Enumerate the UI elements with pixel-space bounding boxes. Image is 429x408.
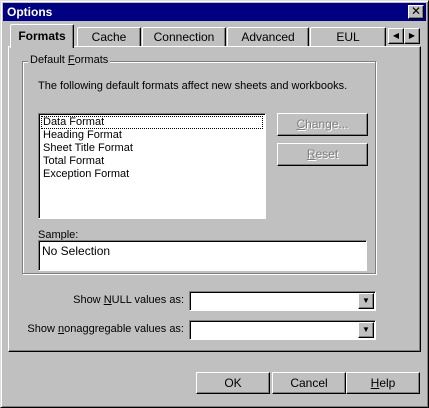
default-formats-group-label: Default Formats xyxy=(28,54,111,66)
null-values-dropdown[interactable]: ▼ xyxy=(189,291,376,311)
close-icon: ✕ xyxy=(410,4,422,18)
label-text: Default xyxy=(30,54,68,66)
arrow-left-icon: ◀ xyxy=(392,31,400,40)
default-formats-description: The following default formats affect new… xyxy=(38,80,348,92)
nonaggregable-values-label: Show nonaggregable values as: xyxy=(20,323,184,335)
nonaggregable-values-dropdown[interactable]: ▼ xyxy=(189,320,376,340)
label-text: ULL values as: xyxy=(111,294,184,306)
label-text: Show xyxy=(73,294,104,306)
nonaggregable-values-dropdown-button[interactable]: ▼ xyxy=(358,322,374,338)
arrow-right-icon: ▶ xyxy=(408,31,416,40)
tab-eul[interactable]: EUL xyxy=(310,27,386,47)
label-text: ormats xyxy=(74,54,109,66)
tab-scroll-right-button[interactable]: ▶ xyxy=(404,28,420,44)
label-text: OK xyxy=(224,376,242,390)
label-text: Cancel xyxy=(290,376,328,390)
ok-button[interactable]: OK xyxy=(196,372,270,394)
format-list[interactable]: Data Format Heading Format Sheet Title F… xyxy=(38,113,266,219)
list-item[interactable]: Sheet Title Format xyxy=(41,142,263,155)
label-text: onaggregable values as: xyxy=(64,323,184,335)
label-text: hange... xyxy=(305,117,349,131)
label-hotkey: C xyxy=(296,117,306,131)
tab-strip: Formats Cache Connection Advanced EUL ◀ … xyxy=(0,24,429,48)
label-text: Show xyxy=(27,323,58,335)
tab-scroll-left-button[interactable]: ◀ xyxy=(388,28,404,44)
title-bar: Options ✕ xyxy=(3,3,426,21)
list-item[interactable]: Data Format xyxy=(41,116,263,129)
dialog-title: Options xyxy=(7,5,53,19)
tab-cache[interactable]: Cache xyxy=(77,27,141,47)
change-button[interactable]: Change... xyxy=(277,113,368,136)
tab-label: Advanced xyxy=(241,30,295,44)
chevron-down-icon: ▼ xyxy=(362,325,370,334)
tab-advanced[interactable]: Advanced xyxy=(227,27,309,47)
list-item[interactable]: Exception Format xyxy=(41,168,263,181)
tab-formats[interactable]: Formats xyxy=(10,24,74,48)
null-values-label: Show NULL values as: xyxy=(40,294,184,306)
null-values-dropdown-button[interactable]: ▼ xyxy=(358,293,374,309)
cancel-button[interactable]: Cancel xyxy=(272,372,346,394)
tab-label: EUL xyxy=(336,30,360,44)
tab-label: Cache xyxy=(91,30,127,44)
label-hotkey: N xyxy=(103,294,112,306)
reset-button[interactable]: Reset xyxy=(277,143,368,166)
label-text: elp xyxy=(379,376,396,390)
help-button[interactable]: Help xyxy=(346,372,420,394)
sample-preview: No Selection xyxy=(38,240,367,271)
label-hotkey: F xyxy=(67,54,75,66)
tab-connection[interactable]: Connection xyxy=(142,27,226,47)
chevron-down-icon: ▼ xyxy=(362,296,370,305)
label-text: eset xyxy=(315,147,339,161)
tab-label: Formats xyxy=(18,29,66,43)
list-item[interactable]: Total Format xyxy=(41,155,263,168)
tab-label: Connection xyxy=(153,30,215,44)
list-item[interactable]: Heading Format xyxy=(41,129,263,142)
close-button[interactable]: ✕ xyxy=(408,5,424,19)
